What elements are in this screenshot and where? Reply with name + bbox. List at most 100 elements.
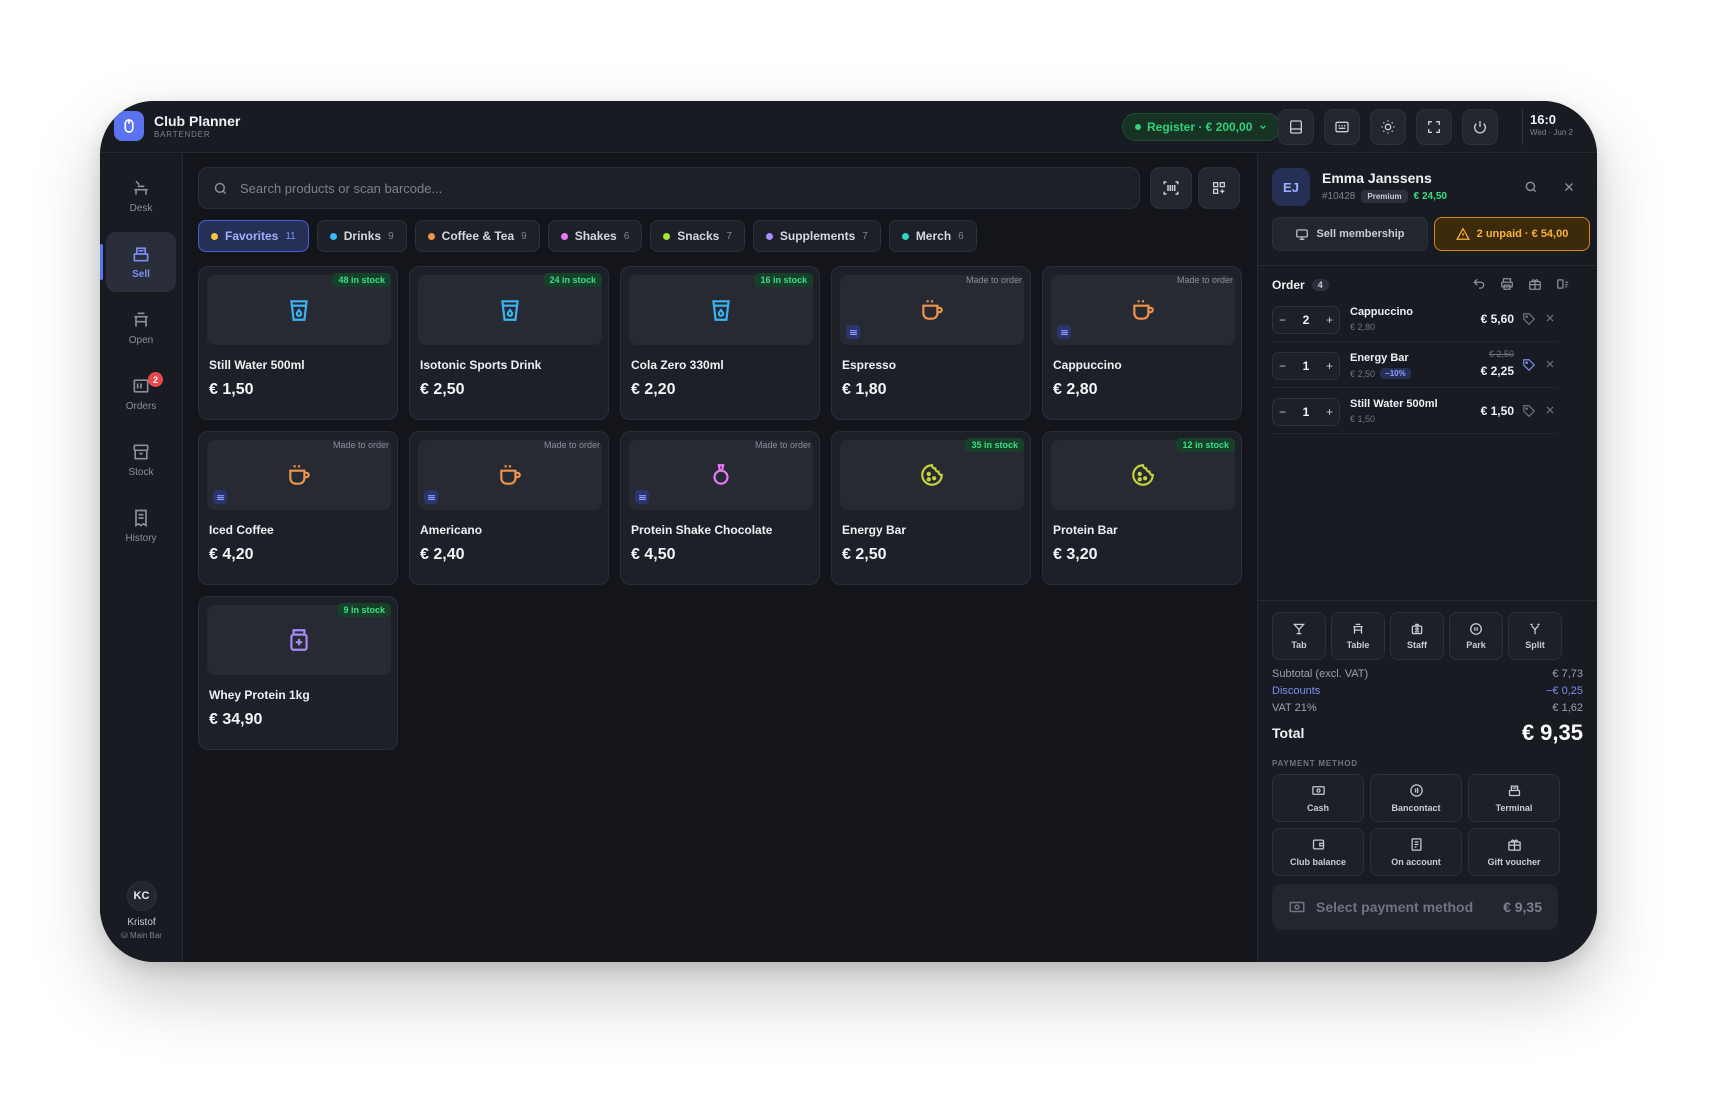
product-card[interactable]: 12 in stock Protein Bar € 3,20 xyxy=(1042,431,1242,585)
card-reader-button[interactable] xyxy=(1324,109,1360,145)
plus-icon[interactable]: + xyxy=(1326,313,1333,327)
sidebar-item-label: Sell xyxy=(132,269,150,280)
undo-button[interactable] xyxy=(1470,275,1488,293)
pay-gift-voucher-button[interactable]: Gift voucher xyxy=(1468,828,1560,876)
sidebar-item-stock[interactable]: Stock xyxy=(106,430,176,490)
tag-icon[interactable] xyxy=(1522,312,1536,326)
vat-label: VAT 21% xyxy=(1272,702,1317,714)
unpaid-button[interactable]: 2 unpaid · € 54,00 xyxy=(1434,217,1590,251)
select-payment-button[interactable]: Select payment method € 9,35 xyxy=(1272,884,1558,930)
unit-price: € 2,50 xyxy=(1350,368,1376,379)
pay-terminal-button[interactable]: Terminal xyxy=(1468,774,1560,822)
fullscreen-button[interactable] xyxy=(1416,109,1452,145)
chip-label: Favorites xyxy=(225,229,279,243)
tab-supplements[interactable]: Supplements 7 xyxy=(752,220,881,252)
line-total: € 2,25 xyxy=(1480,364,1514,378)
close-icon[interactable] xyxy=(1544,358,1556,370)
category-dot xyxy=(329,232,337,240)
product-card[interactable]: Made to order Cappuccino € 2,80 xyxy=(1042,266,1242,420)
line-name: Energy Bar xyxy=(1350,352,1409,364)
pay-bancontact-button[interactable]: Bancontact xyxy=(1370,774,1462,822)
quantity-stepper[interactable]: − 2 + xyxy=(1272,306,1340,334)
scan-barcode-button[interactable] xyxy=(1150,167,1192,209)
park-button[interactable]: Park xyxy=(1449,612,1503,660)
power-button[interactable] xyxy=(1462,109,1498,145)
app-logo-icon xyxy=(114,111,144,141)
minus-icon[interactable]: − xyxy=(1279,405,1286,419)
sidebar-item-desk[interactable]: Desk xyxy=(106,166,176,226)
pay-club-balance-button[interactable]: Club balance xyxy=(1272,828,1364,876)
product-card[interactable]: 9 in stock Whey Protein 1kg € 34,90 xyxy=(198,596,398,750)
payment-label: Gift voucher xyxy=(1487,857,1541,867)
coffee-cup-icon xyxy=(1133,300,1154,320)
drawer-button[interactable] xyxy=(1278,109,1314,145)
pay-cash-button[interactable]: Cash xyxy=(1272,774,1364,822)
plus-icon[interactable]: + xyxy=(1326,359,1333,373)
product-card[interactable]: 16 in stock Cola Zero 330ml € 2,20 xyxy=(620,266,820,420)
search-icon[interactable] xyxy=(1524,180,1538,194)
product-name: Protein Shake Chocolate xyxy=(631,523,773,537)
close-icon[interactable] xyxy=(1562,180,1576,194)
tab-drinks[interactable]: Drinks 9 xyxy=(316,220,407,252)
sidebar-item-open[interactable]: Open xyxy=(106,298,176,358)
close-icon[interactable] xyxy=(1544,404,1556,416)
sell-membership-button[interactable]: Sell membership xyxy=(1272,217,1428,251)
staff-button[interactable]: Staff xyxy=(1390,612,1444,660)
pay-on-account-button[interactable]: On account xyxy=(1370,828,1462,876)
quick-label: Split xyxy=(1525,640,1545,650)
stock-badge: 35 in stock xyxy=(965,438,1024,452)
order-count: 4 xyxy=(1311,279,1329,291)
tag-icon[interactable] xyxy=(1522,358,1536,372)
grid-view-button[interactable] xyxy=(1198,167,1240,209)
product-card[interactable]: 35 in stock Energy Bar € 2,50 xyxy=(831,431,1031,585)
customer-avatar: EJ xyxy=(1272,168,1310,206)
product-search[interactable] xyxy=(198,167,1140,209)
split-button[interactable]: Split xyxy=(1508,612,1562,660)
cash-drawer-button[interactable] xyxy=(1526,275,1544,293)
print-button[interactable] xyxy=(1498,275,1516,293)
minus-icon[interactable]: − xyxy=(1279,359,1286,373)
receipt-icon xyxy=(135,509,147,528)
options-icon xyxy=(424,490,438,504)
clear-list-icon xyxy=(1557,279,1569,289)
sidebar-item-label: History xyxy=(125,533,157,544)
search-input[interactable] xyxy=(240,180,1040,196)
tab-favorites[interactable]: Favorites 11 xyxy=(198,220,309,252)
tab-coffee-tea[interactable]: Coffee & Tea 9 xyxy=(414,220,540,252)
clear-order-button[interactable] xyxy=(1554,275,1572,293)
orders-badge: 2 xyxy=(148,372,163,387)
sidebar-item-sell[interactable]: Sell xyxy=(100,232,176,292)
product-price: € 2,50 xyxy=(842,546,887,563)
discounts-label: Discounts xyxy=(1272,685,1321,697)
product-name: Espresso xyxy=(842,358,897,372)
tab-shakes[interactable]: Shakes 6 xyxy=(547,220,643,252)
register-status-button[interactable]: Register · € 200,00 xyxy=(1122,113,1282,141)
product-card[interactable]: Made to order Espresso € 1,80 xyxy=(831,266,1031,420)
table-button[interactable]: Table xyxy=(1331,612,1385,660)
tab-button[interactable]: Tab xyxy=(1272,612,1326,660)
quantity-stepper[interactable]: − 1 + xyxy=(1272,398,1340,426)
payment-label: On account xyxy=(1391,857,1441,867)
product-card[interactable]: Made to order Iced Coffee € 4,20 xyxy=(198,431,398,585)
product-name: Isotonic Sports Drink xyxy=(420,358,542,372)
product-card[interactable]: Made to order Americano € 2,40 xyxy=(409,431,609,585)
product-card[interactable]: 24 in stock Isotonic Sports Drink € 2,50 xyxy=(409,266,609,420)
current-user[interactable]: KC Kristof ⛁ Main Bar xyxy=(100,881,183,940)
close-icon[interactable] xyxy=(1544,312,1556,324)
quantity-stepper[interactable]: − 1 + xyxy=(1272,352,1340,380)
minus-icon[interactable]: − xyxy=(1279,313,1286,327)
order-panel: EJ Emma Janssens #10428 Premium € 24,50 … xyxy=(1257,154,1597,962)
tag-icon[interactable] xyxy=(1522,404,1536,418)
theme-toggle-button[interactable] xyxy=(1370,109,1406,145)
product-card[interactable]: 48 in stock Still Water 500ml € 1,50 xyxy=(198,266,398,420)
sidebar-item-orders[interactable]: 2 Orders xyxy=(106,364,176,424)
product-card[interactable]: Made to order Protein Shake Chocolate € … xyxy=(620,431,820,585)
customer-id: #10428 xyxy=(1322,191,1356,202)
badge-icon xyxy=(1411,623,1423,635)
chip-count: 11 xyxy=(285,230,296,242)
plus-icon[interactable]: + xyxy=(1326,405,1333,419)
tab-merch[interactable]: Merch 6 xyxy=(888,220,977,252)
sidebar-item-history[interactable]: History xyxy=(106,496,176,556)
category-dot xyxy=(211,232,218,240)
tab-snacks[interactable]: Snacks 7 xyxy=(650,220,745,252)
